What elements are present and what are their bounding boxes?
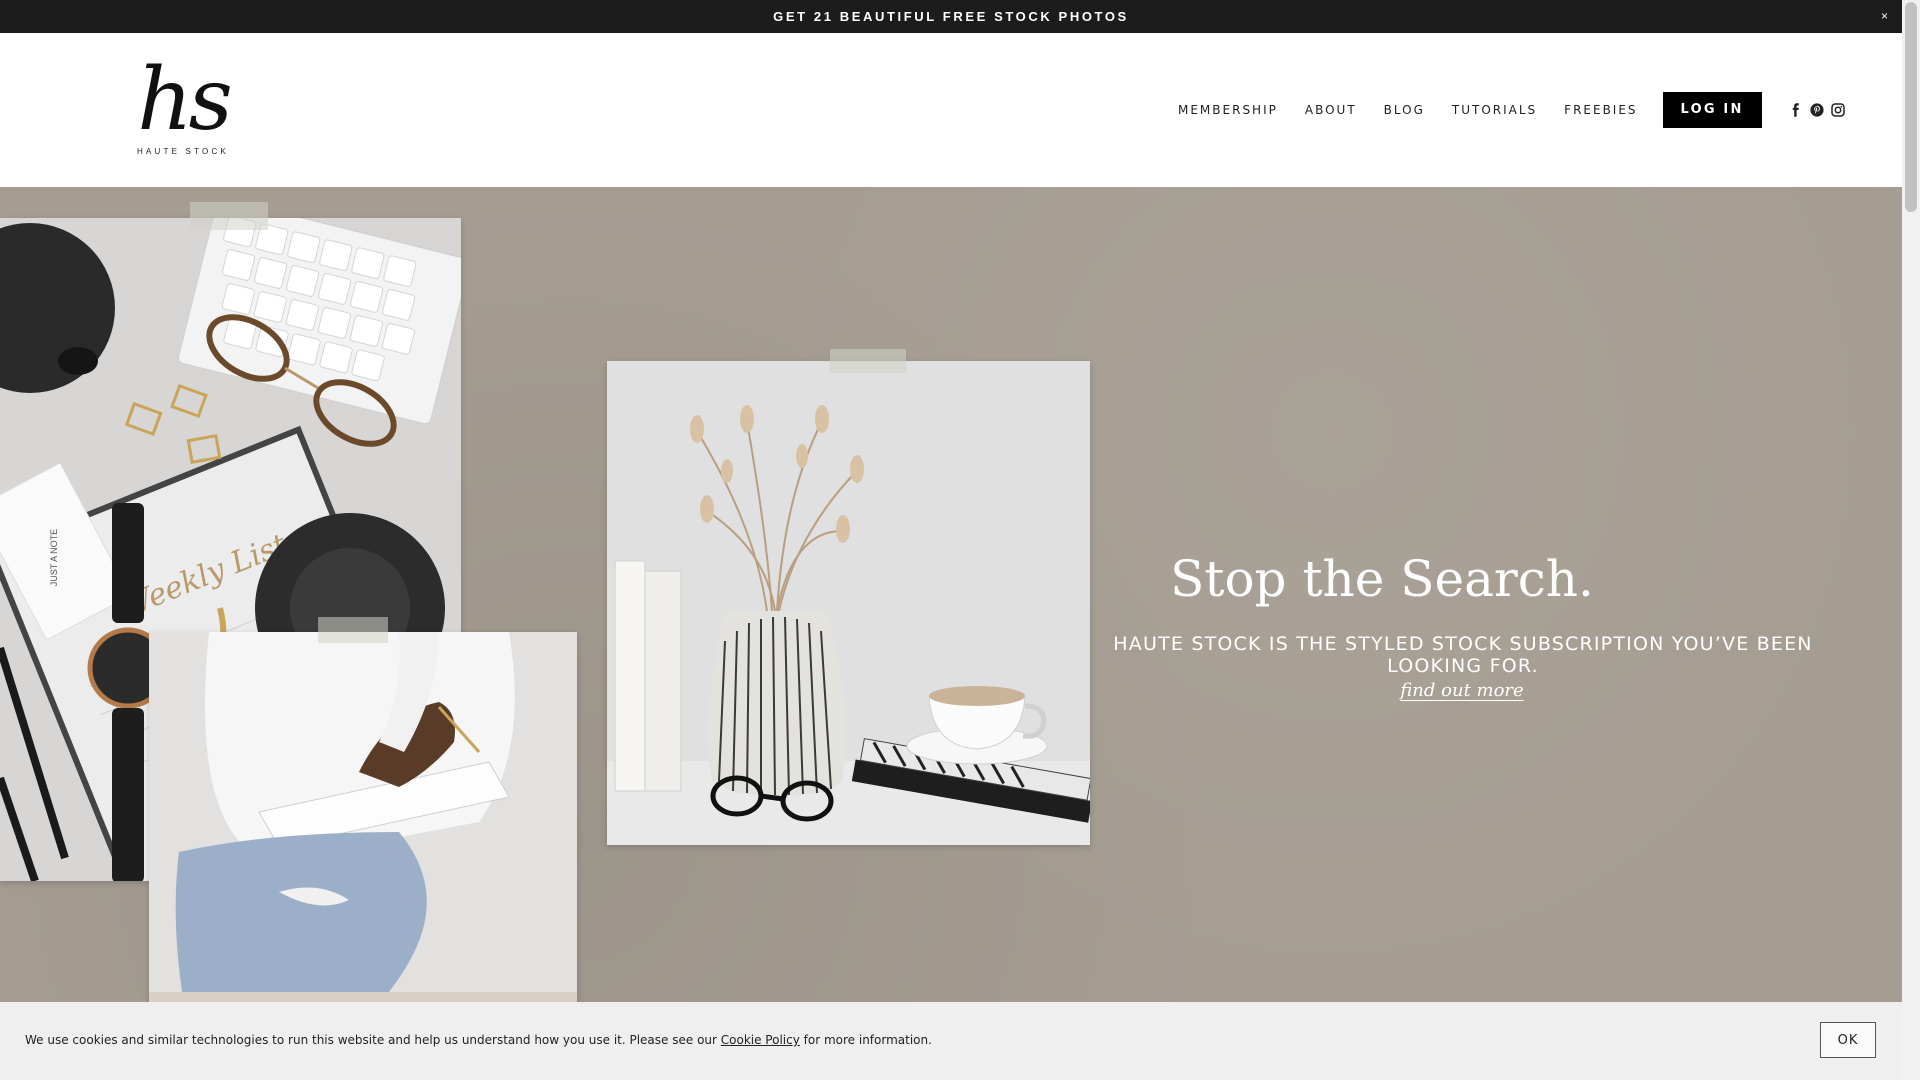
facebook-icon[interactable] bbox=[1789, 103, 1803, 117]
scrollbar-thumb[interactable] bbox=[1905, 2, 1917, 212]
instagram-icon[interactable] bbox=[1830, 103, 1845, 117]
login-button[interactable]: LOG IN bbox=[1662, 92, 1762, 128]
nav-item-freebies[interactable]: FREEBIES bbox=[1564, 103, 1637, 117]
woman-writing-photo bbox=[149, 632, 577, 1002]
site-logo[interactable]: hs HAUTE STOCK bbox=[133, 57, 233, 167]
page-scrollbar[interactable] bbox=[1902, 0, 1920, 1080]
pinterest-icon[interactable] bbox=[1809, 103, 1824, 117]
hero-section: Weekly List JUST A NOTE Stop the Search.… bbox=[0, 187, 1902, 1002]
nav-item-blog[interactable]: BLOG bbox=[1384, 103, 1425, 117]
close-icon[interactable]: × bbox=[1881, 9, 1888, 23]
cookie-message: We use cookies and similar technologies … bbox=[25, 1033, 932, 1047]
find-out-more-link[interactable]: find out more bbox=[1362, 680, 1562, 701]
announcement-bar: GET 21 BEAUTIFUL FREE STOCK PHOTOS × bbox=[0, 0, 1902, 33]
nav-item-tutorials[interactable]: TUTORIALS bbox=[1452, 103, 1537, 117]
social-links bbox=[1789, 103, 1852, 117]
hero-subtitle: HAUTE STOCK IS THE STYLED STOCK SUBSCRIP… bbox=[1113, 633, 1813, 677]
cookie-banner: We use cookies and similar technologies … bbox=[0, 1002, 1902, 1080]
main-nav: MEMBERSHIP ABOUT BLOG TUTORIALS FREEBIES… bbox=[1178, 33, 1852, 187]
tape-strip bbox=[830, 349, 906, 373]
logo-mark: hs bbox=[137, 50, 233, 150]
tape-strip bbox=[318, 617, 388, 643]
cookie-policy-link[interactable]: Cookie Policy bbox=[721, 1033, 800, 1047]
svg-text:JUST A NOTE: JUST A NOTE bbox=[49, 529, 59, 586]
nav-item-membership[interactable]: MEMBERSHIP bbox=[1178, 103, 1278, 117]
site-header: hs HAUTE STOCK MEMBERSHIP ABOUT BLOG TUT… bbox=[0, 33, 1902, 187]
cookie-text-before: We use cookies and similar technologies … bbox=[25, 1033, 721, 1047]
tape-strip bbox=[190, 202, 268, 230]
logo-text: HAUTE STOCK bbox=[137, 147, 229, 156]
cookie-text-after: for more information. bbox=[799, 1033, 932, 1047]
hero-title: Stop the Search. bbox=[1170, 550, 1594, 608]
announcement-link[interactable]: GET 21 BEAUTIFUL FREE STOCK PHOTOS bbox=[773, 9, 1129, 24]
nav-item-about[interactable]: ABOUT bbox=[1305, 103, 1357, 117]
cookie-ok-button[interactable]: OK bbox=[1820, 1022, 1876, 1058]
